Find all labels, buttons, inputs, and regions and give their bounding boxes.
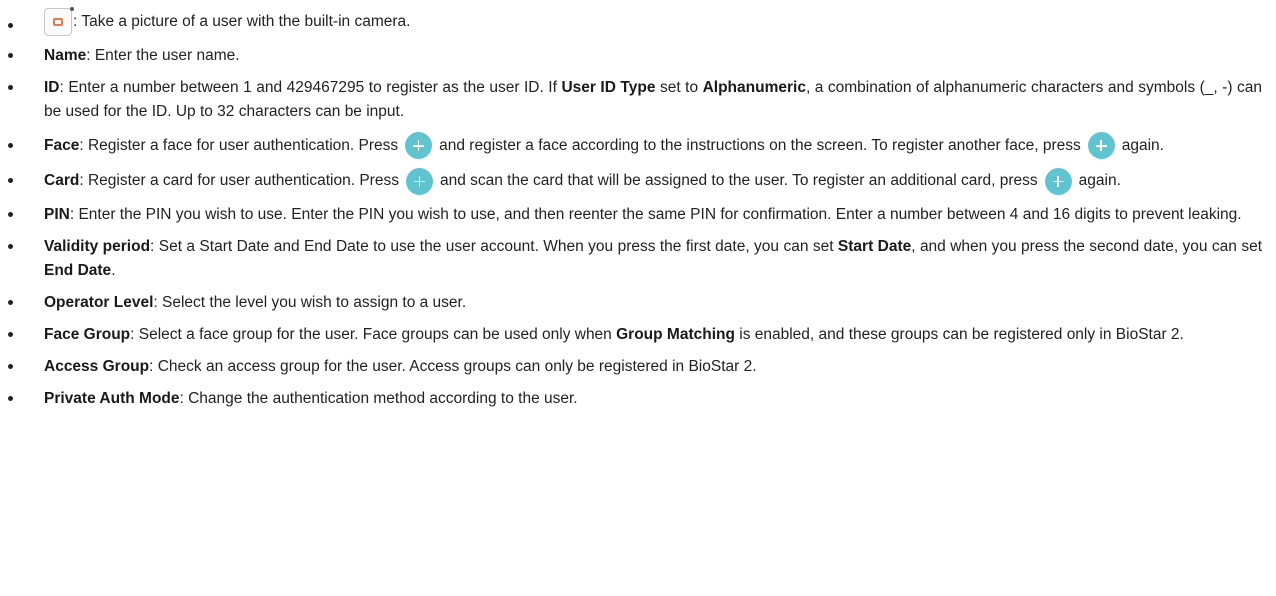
plus-icon (1087, 132, 1115, 160)
term-private-auth-mode: Private Auth Mode (44, 389, 180, 407)
term-pin: PIN (44, 205, 70, 223)
term-face-group: Face Group (44, 325, 131, 343)
camera-icon (44, 7, 74, 36)
pin-description: : Enter the PIN you wish to use. Enter t… (69, 205, 1242, 223)
list-item-camera: : Take a picture of a user with the buil… (0, 7, 1262, 36)
name-description: : Enter the user name. (86, 47, 240, 64)
card-description-part-3: again. (1078, 172, 1121, 190)
camera-lens-shape (53, 18, 63, 26)
bullet-icon (8, 85, 13, 90)
list-item-validity-period: Validity period: Set a Start Date and En… (0, 235, 1262, 283)
term-id: ID (44, 79, 60, 96)
face-group-description-part-1: : Select a face group for the user. Face… (130, 325, 617, 343)
bullet-icon (8, 53, 13, 58)
validity-bold-start-date: Start Date (837, 237, 912, 255)
plus-icon (405, 167, 433, 195)
list-item-pin: PIN: Enter the PIN you wish to use. Ente… (0, 203, 1262, 227)
list-item-name: Name: Enter the user name. (0, 44, 1262, 68)
id-description-part-1: : Enter a number between 1 and 429467295… (59, 79, 562, 96)
bullet-icon (8, 211, 13, 217)
list-item-card: Card: Register a card for user authentic… (0, 167, 1262, 195)
id-bold-alphanumeric: Alphanumeric (702, 79, 806, 96)
bullet-icon (8, 243, 13, 249)
document-page: : Take a picture of a user with the buil… (0, 0, 1276, 596)
term-card: Card (44, 172, 80, 190)
list-item-access-group: Access Group: Check an access group for … (0, 355, 1262, 379)
bullet-icon (8, 178, 13, 184)
face-description-part-2: and register a face according to the ins… (439, 137, 1081, 154)
card-description-part-1: : Register a card for user authenticatio… (79, 172, 399, 190)
term-access-group: Access Group (44, 357, 150, 375)
face-description-part-3: again. (1121, 137, 1164, 154)
operator-level-description: : Select the level you wish to assign to… (153, 293, 467, 311)
face-group-description-part-2: is enabled, and these groups can be regi… (734, 325, 1184, 343)
validity-description-part-1: : Set a Start Date and End Date to use t… (150, 237, 838, 255)
camera-flash-dot (70, 7, 74, 11)
term-validity-period: Validity period (44, 237, 151, 255)
list-item-face-group: Face Group: Select a face group for the … (0, 323, 1262, 347)
face-group-bold-group-matching: Group Matching (616, 325, 735, 343)
bullet-icon (8, 331, 13, 337)
term-operator-level: Operator Level (44, 293, 154, 311)
private-auth-mode-description: : Change the authentication method accor… (179, 389, 578, 407)
card-description-part-2: and scan the card that will be assigned … (439, 172, 1038, 190)
bullet-icon (8, 395, 13, 401)
list-item-face: Face: Register a face for user authentic… (0, 132, 1262, 160)
id-description-part-2: set to (655, 79, 703, 96)
camera-description: : Take a picture of a user with the buil… (73, 13, 411, 31)
term-face: Face (44, 137, 80, 154)
face-description-part-1: : Register a face for user authenticatio… (79, 137, 399, 154)
bullet-icon (8, 363, 13, 369)
id-bold-user-id-type: User ID Type (561, 79, 656, 96)
plus-icon (405, 132, 433, 160)
validity-description-part-2: , and when you press the second date, yo… (911, 237, 1262, 255)
validity-description-part-3: . (111, 261, 116, 279)
list-item-operator-level: Operator Level: Select the level you wis… (0, 291, 1262, 315)
field-description-list: : Take a picture of a user with the buil… (0, 7, 1262, 411)
access-group-description: : Check an access group for the user. Ac… (149, 357, 757, 375)
list-item-id: ID: Enter a number between 1 and 4294672… (0, 76, 1262, 124)
bullet-icon (8, 299, 13, 305)
bullet-icon (8, 23, 13, 28)
plus-icon (1044, 167, 1072, 195)
term-name: Name (44, 47, 87, 64)
validity-bold-end-date: End Date (44, 261, 112, 279)
list-item-private-auth-mode: Private Auth Mode: Change the authentica… (0, 387, 1262, 411)
bullet-icon (8, 143, 13, 148)
